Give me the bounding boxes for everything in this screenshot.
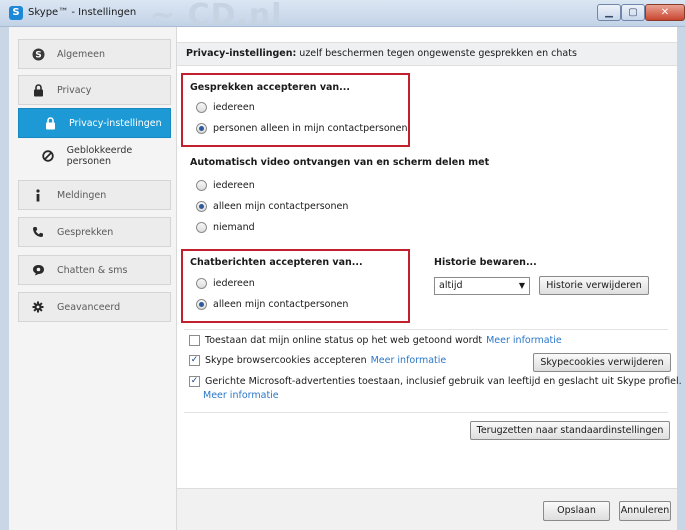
checkbox-checked[interactable]: ✓ [189, 355, 200, 366]
sidebar-item-label: Algemeen [57, 48, 105, 60]
calls-section-title: Gesprekken accepteren van... [190, 82, 351, 93]
option-label: iedereen [213, 102, 255, 113]
option-label: alleen mijn contactpersonen [213, 299, 349, 310]
radio-button-selected[interactable] [196, 201, 207, 212]
history-select-value: altijd [439, 280, 463, 291]
video-option-niemand[interactable]: niemand [196, 222, 255, 233]
more-info-link[interactable]: Meer informatie [371, 355, 447, 366]
cancel-button[interactable]: Annuleren [619, 501, 671, 521]
option-label: Skype browsercookies accepteren [205, 355, 367, 366]
radio-button-selected[interactable] [196, 123, 207, 134]
sidebar-item-gesprekken[interactable]: Gesprekken [18, 217, 171, 247]
window-titlebar: S Skype™ - Instellingen ~ CD.nl ▁ ▢ ✕ [0, 0, 685, 33]
dropdown-arrow-icon: ▼ [518, 281, 525, 290]
sidebar-item-label: Chatten & sms [57, 264, 128, 276]
online-status-option[interactable]: Toestaan dat mijn online status op het w… [189, 335, 562, 346]
skype-icon: S [29, 48, 47, 61]
lock-icon [29, 83, 47, 97]
delete-cookies-button[interactable]: Skypecookies verwijderen [533, 353, 671, 372]
save-button[interactable]: Opslaan [543, 501, 610, 521]
video-section-title: Automatisch video ontvangen van en scher… [190, 157, 490, 168]
option-label: Gerichte Microsoft-advertenties toestaan… [205, 376, 682, 387]
settings-sidebar: S Algemeen Privacy Privacy-instellingen … [9, 27, 177, 530]
radio-button[interactable] [196, 278, 207, 289]
skype-logo-icon: S [9, 6, 23, 20]
ads-option[interactable]: ✓ Gerichte Microsoft-advertenties toesta… [189, 376, 682, 387]
option-label: Toestaan dat mijn online status op het w… [205, 335, 483, 346]
window-title: Skype™ - Instellingen [28, 7, 137, 18]
sidebar-item-algemeen[interactable]: S Algemeen [18, 39, 171, 69]
option-label: iedereen [213, 180, 255, 191]
sidebar-item-geavanceerd[interactable]: Geavanceerd [18, 292, 171, 322]
block-icon [40, 150, 57, 162]
option-label: personen alleen in mijn contactpersonen [213, 123, 408, 134]
sidebar-item-meldingen[interactable]: Meldingen [18, 180, 171, 210]
sidebar-item-privacy-instellingen[interactable]: Privacy-instellingen [18, 108, 171, 138]
history-section-title: Historie bewaren... [434, 257, 537, 268]
more-info-link[interactable]: Meer informatie [203, 390, 279, 401]
checkbox-checked[interactable]: ✓ [189, 376, 200, 387]
page-subtitle: uzelf beschermen tegen ongewenste gespre… [296, 48, 577, 59]
chat-icon [29, 264, 47, 276]
more-info-link[interactable]: Meer informatie [486, 335, 562, 346]
svg-text:S: S [35, 50, 41, 60]
minimize-button[interactable]: ▁ [597, 4, 621, 21]
clear-history-button[interactable]: Historie verwijderen [539, 276, 649, 295]
window-frame-right [677, 27, 685, 530]
phone-icon [29, 226, 47, 238]
sidebar-item-label: Privacy-instellingen [69, 117, 162, 129]
sidebar-item-label: Geblokkeerde personen [66, 145, 133, 167]
calls-option-contacts[interactable]: personen alleen in mijn contactpersonen [196, 123, 408, 134]
window-frame-left [0, 27, 9, 530]
chat-option-contacts[interactable]: alleen mijn contactpersonen [196, 299, 348, 310]
sidebar-item-label: Meldingen [57, 189, 107, 201]
radio-button-selected[interactable] [196, 299, 207, 310]
chat-section-title: Chatberichten accepteren van... [190, 257, 363, 268]
option-label: niemand [213, 222, 255, 233]
close-button[interactable]: ✕ [645, 4, 685, 21]
info-icon [29, 188, 47, 202]
reset-defaults-button[interactable]: Terugzetten naar standaardinstellingen [470, 421, 670, 440]
dialog-footer: Opslaan Annuleren [177, 488, 677, 530]
settings-content: Privacy-instellingen: uzelf beschermen t… [177, 27, 682, 530]
video-option-iedereen[interactable]: iedereen [196, 180, 255, 191]
sidebar-item-label: Gesprekken [57, 226, 114, 238]
chat-option-iedereen[interactable]: iedereen [196, 278, 255, 289]
section-divider [184, 412, 668, 413]
sidebar-item-chatten-sms[interactable]: Chatten & sms [18, 255, 171, 285]
option-label: alleen mijn contactpersonen [213, 201, 349, 212]
maximize-button[interactable]: ▢ [621, 4, 645, 21]
video-option-contacts[interactable]: alleen mijn contactpersonen [196, 201, 348, 212]
section-divider [184, 329, 668, 330]
sidebar-item-privacy[interactable]: Privacy [18, 75, 171, 105]
radio-button[interactable] [196, 222, 207, 233]
sidebar-item-label: Geavanceerd [57, 301, 121, 313]
sidebar-item-geblokkeerde-personen[interactable]: Geblokkeerde personen [18, 141, 171, 171]
sidebar-item-label: Privacy [57, 84, 92, 96]
calls-option-iedereen[interactable]: iedereen [196, 102, 255, 113]
lock-icon [41, 116, 59, 130]
history-select[interactable]: altijd ▼ [434, 277, 530, 295]
page-header: Privacy-instellingen: uzelf beschermen t… [177, 42, 677, 66]
option-label: iedereen [213, 278, 255, 289]
gear-icon [29, 301, 47, 313]
radio-button[interactable] [196, 102, 207, 113]
checkbox-unchecked[interactable] [189, 335, 200, 346]
radio-button[interactable] [196, 180, 207, 191]
page-title: Privacy-instellingen: [186, 48, 297, 59]
cookies-option[interactable]: ✓ Skype browsercookies accepteren Meer i… [189, 355, 446, 366]
